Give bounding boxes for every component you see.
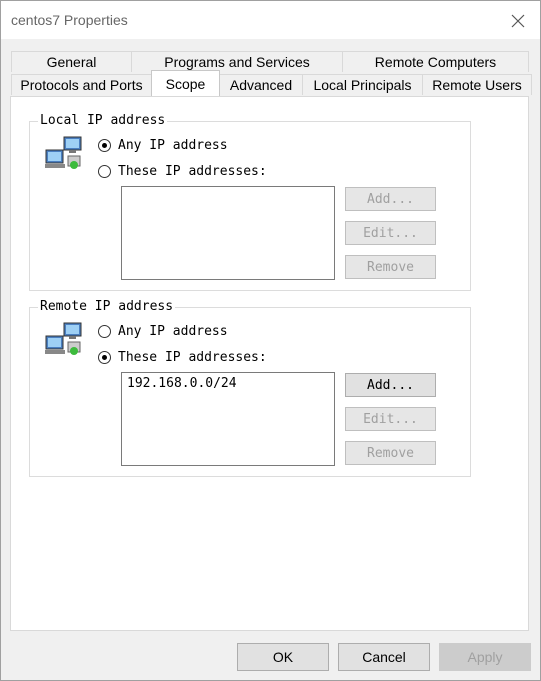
cancel-button[interactable]: Cancel <box>338 643 430 671</box>
remote-any-ip-radio[interactable]: Any IP address <box>98 324 228 339</box>
tab-advanced[interactable]: Advanced <box>219 74 303 95</box>
remote-these-ip-label: These IP addresses: <box>118 350 267 365</box>
local-these-ip-radio[interactable]: These IP addresses: <box>98 164 267 179</box>
local-ip-group-label: Local IP address <box>38 113 168 128</box>
remote-any-ip-label: Any IP address <box>118 324 228 339</box>
tab-row-2: Protocols and Ports Scope Advanced Local… <box>11 70 532 96</box>
remote-add-button[interactable]: Add... <box>345 373 436 397</box>
tab-remote-computers[interactable]: Remote Computers <box>342 51 529 72</box>
tab-remote-users[interactable]: Remote Users <box>422 74 532 95</box>
tab-scope[interactable]: Scope <box>151 70 220 96</box>
local-these-ip-label: These IP addresses: <box>118 164 267 179</box>
remote-ip-list[interactable]: 192.168.0.0/24 <box>121 372 335 466</box>
ok-button[interactable]: OK <box>237 643 329 671</box>
window-title: centos7 Properties <box>11 12 128 28</box>
close-button[interactable] <box>502 7 534 35</box>
remote-these-ip-radio[interactable]: These IP addresses: <box>98 350 267 365</box>
apply-button[interactable]: Apply <box>439 643 531 671</box>
local-remove-button[interactable]: Remove <box>345 255 436 279</box>
local-edit-button[interactable]: Edit... <box>345 221 436 245</box>
tab-general[interactable]: General <box>11 51 132 72</box>
local-any-ip-label: Any IP address <box>118 138 228 153</box>
remote-ip-group: Remote IP address Any IP address These I… <box>29 299 471 477</box>
remote-ip-group-label: Remote IP address <box>38 299 176 314</box>
tab-protocols-and-ports[interactable]: Protocols and Ports <box>11 74 152 95</box>
title-bar: centos7 Properties <box>1 1 540 39</box>
local-any-ip-radio[interactable]: Any IP address <box>98 138 228 153</box>
close-icon <box>511 14 525 28</box>
local-ip-list[interactable] <box>121 186 335 280</box>
remote-ip-list-item[interactable]: 192.168.0.0/24 <box>127 376 237 391</box>
network-computers-icon <box>45 322 82 355</box>
local-these-ip-radio-dot <box>98 165 111 178</box>
remote-these-ip-radio-dot <box>98 351 111 364</box>
network-computers-icon <box>45 136 82 169</box>
remote-any-ip-radio-dot <box>98 325 111 338</box>
scope-panel: Local IP address Any IP address These IP… <box>10 96 529 631</box>
remote-remove-button[interactable]: Remove <box>345 441 436 465</box>
local-ip-group: Local IP address Any IP address These IP… <box>29 113 471 291</box>
local-add-button[interactable]: Add... <box>345 187 436 211</box>
tab-programs-and-services[interactable]: Programs and Services <box>131 51 343 72</box>
local-any-ip-radio-dot <box>98 139 111 152</box>
remote-edit-button[interactable]: Edit... <box>345 407 436 431</box>
tab-row-1: General Programs and Services Remote Com… <box>11 51 529 73</box>
tab-local-principals[interactable]: Local Principals <box>302 74 423 95</box>
